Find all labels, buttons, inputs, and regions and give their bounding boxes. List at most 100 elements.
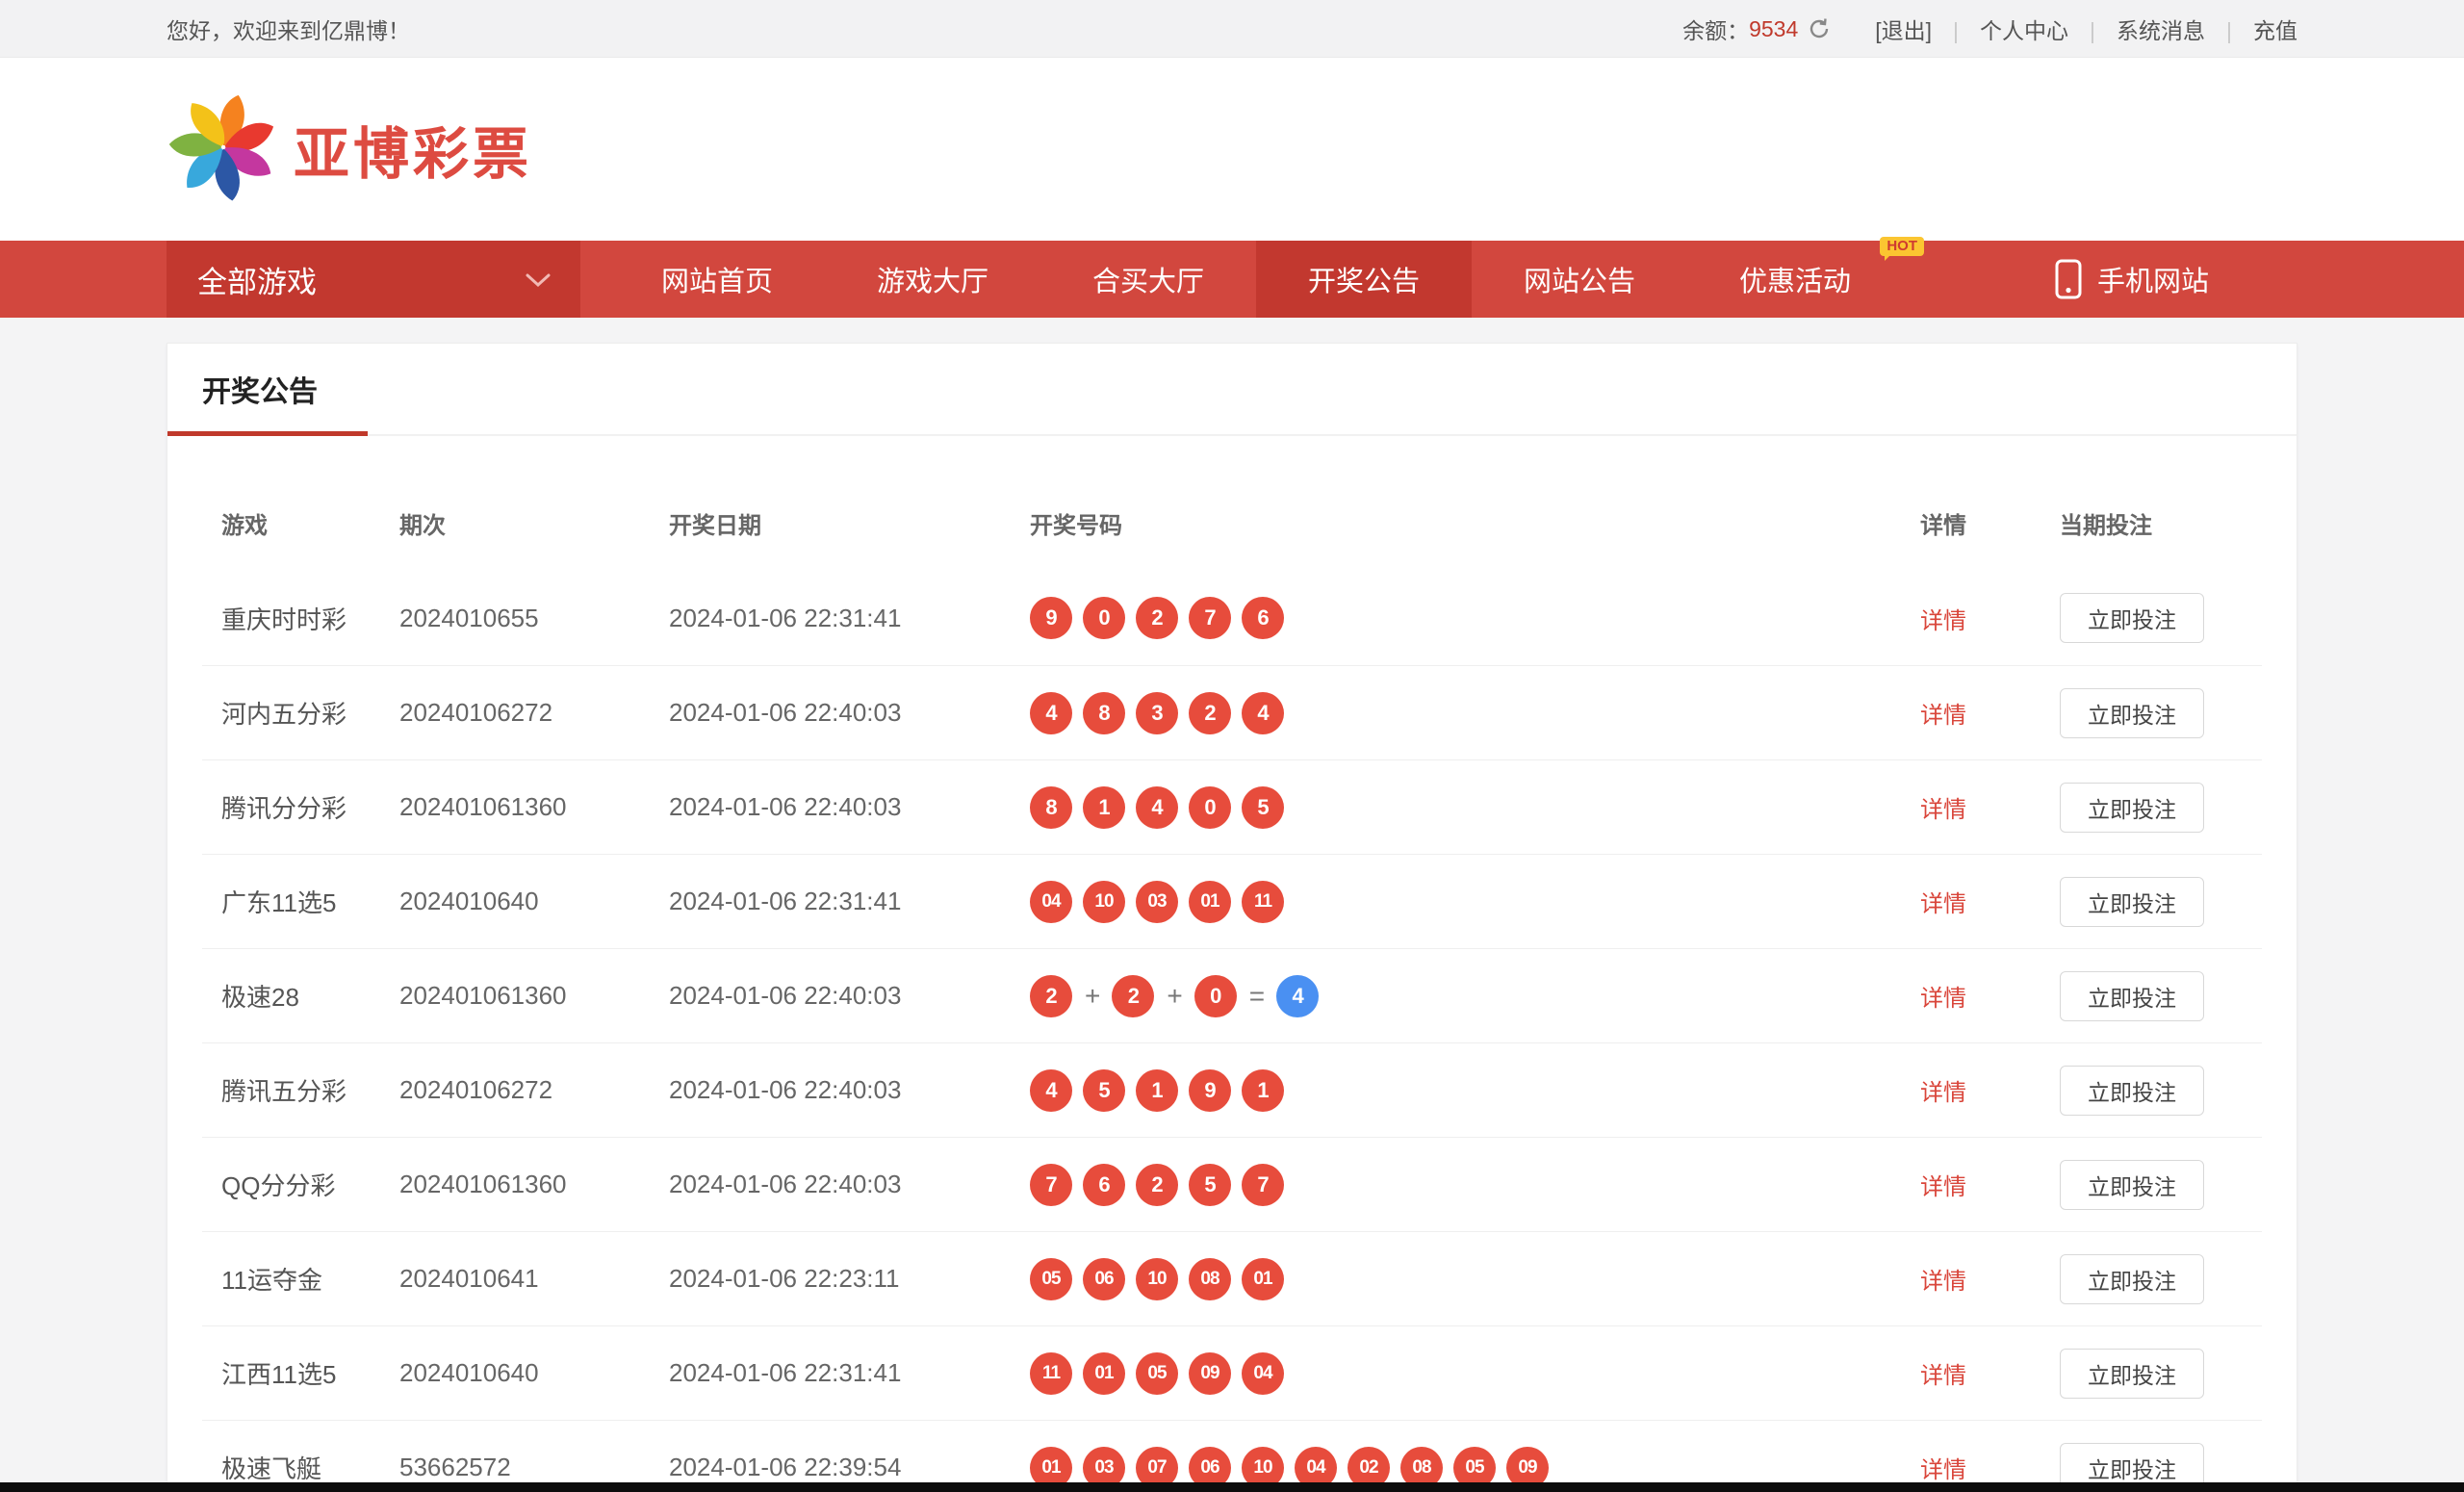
nav-item-1[interactable]: 游戏大厅 — [825, 241, 1040, 318]
lottery-ball: 05 — [1136, 1352, 1178, 1395]
lottery-ball: 6 — [1083, 1164, 1125, 1206]
bet-button[interactable]: 立即投注 — [2060, 593, 2204, 643]
detail-link[interactable]: 详情 — [1920, 1174, 1966, 1200]
plus-sign: + — [1085, 981, 1100, 1012]
bet-cell: 立即投注 — [2060, 1254, 2262, 1304]
bet-button[interactable]: 立即投注 — [2060, 1066, 2204, 1116]
lottery-ball: 2 — [1136, 597, 1178, 639]
lottery-ball: 9 — [1030, 597, 1072, 639]
nav-item-4[interactable]: 网站公告 — [1472, 241, 1687, 318]
issue-number: 202401061360 — [399, 1170, 669, 1199]
lottery-ball: 10 — [1083, 881, 1125, 923]
nav-item-3[interactable]: 开奖公告 — [1256, 241, 1472, 318]
table-header-row: 游戏 期次 开奖日期 开奖号码 详情 当期投注 — [202, 436, 2262, 571]
draw-date: 2024-01-06 22:40:03 — [669, 981, 1030, 1011]
detail-cell: 详情 — [1920, 979, 2060, 1013]
lottery-ball: 5 — [1189, 1164, 1231, 1206]
detail-link[interactable]: 详情 — [1920, 1457, 1966, 1483]
detail-cell: 详情 — [1920, 1073, 2060, 1107]
logo-text: 亚博彩票 — [294, 109, 532, 190]
nav-item-label: 手机网站 — [2097, 259, 2209, 299]
issue-number: 2024010640 — [399, 1358, 669, 1388]
detail-cell: 详情 — [1920, 885, 2060, 918]
draw-date: 2024-01-06 22:31:41 — [669, 1358, 1030, 1388]
topbar-link-2[interactable]: 系统消息 — [2117, 18, 2205, 43]
lottery-ball: 04 — [1030, 881, 1072, 923]
detail-cell: 详情 — [1920, 1356, 2060, 1390]
nav-item-5[interactable]: 优惠活动HOT — [1687, 241, 1903, 318]
lottery-ball: 01 — [1242, 1258, 1284, 1300]
detail-link[interactable]: 详情 — [1920, 1363, 1966, 1389]
header-game: 游戏 — [221, 506, 399, 540]
bet-button[interactable]: 立即投注 — [2060, 688, 2204, 738]
header-date: 开奖日期 — [669, 506, 1030, 540]
bet-cell: 立即投注 — [2060, 971, 2262, 1021]
lottery-ball: 9 — [1189, 1069, 1231, 1112]
draw-numbers: 90276 — [1030, 597, 1920, 639]
table-row: 极速282024010613602024-01-06 22:40:032+2+0… — [202, 948, 2262, 1042]
bet-button[interactable]: 立即投注 — [2060, 971, 2204, 1021]
table-row: 广东11选520240106402024-01-06 22:31:4104100… — [202, 854, 2262, 948]
lottery-ball: 01 — [1189, 881, 1231, 923]
header-numbers: 开奖号码 — [1030, 506, 1920, 540]
game-name: 极速28 — [221, 978, 399, 1014]
table-row: 极速飞艇536625722024-01-06 22:39:54010307061… — [202, 1420, 2262, 1492]
nav-item-6[interactable]: 手机网站 — [2055, 241, 2297, 318]
detail-link[interactable]: 详情 — [1920, 1269, 1966, 1295]
draw-numbers: 48324 — [1030, 692, 1920, 734]
balance-value: 9534 — [1749, 16, 1798, 42]
detail-link[interactable]: 详情 — [1920, 797, 1966, 823]
topbar-link-0[interactable]: [退出] — [1875, 18, 1932, 43]
nav-item-label: 游戏大厅 — [877, 259, 988, 299]
bottom-edge-bar — [0, 1482, 2464, 1492]
draw-numbers: 0410030111 — [1030, 881, 1920, 923]
detail-link[interactable]: 详情 — [1920, 891, 1966, 917]
bet-button[interactable]: 立即投注 — [2060, 1349, 2204, 1399]
results-table: 游戏 期次 开奖日期 开奖号码 详情 当期投注 重庆时时彩20240106552… — [167, 436, 2297, 1492]
lottery-ball: 7 — [1189, 597, 1231, 639]
lottery-ball: 7 — [1030, 1164, 1072, 1206]
topbar-link-3[interactable]: 充值 — [2253, 18, 2297, 43]
all-games-dropdown[interactable]: 全部游戏 — [167, 241, 580, 318]
phone-icon — [2055, 259, 2082, 299]
game-name: 腾讯五分彩 — [221, 1072, 399, 1108]
lottery-ball: 10 — [1136, 1258, 1178, 1300]
detail-cell: 详情 — [1920, 696, 2060, 730]
site-logo[interactable]: 亚博彩票 — [167, 90, 532, 209]
bet-button[interactable]: 立即投注 — [2060, 1254, 2204, 1304]
bet-cell: 立即投注 — [2060, 783, 2262, 833]
draw-date: 2024-01-06 22:31:41 — [669, 887, 1030, 916]
lottery-ball: 4 — [1030, 1069, 1072, 1112]
nav-item-0[interactable]: 网站首页 — [609, 241, 825, 318]
topbar-separator: | — [2226, 18, 2232, 43]
draw-numbers: 05 06 10 08 01 — [1030, 1258, 1920, 1300]
lottery-ball: 09 — [1189, 1352, 1231, 1395]
bet-button[interactable]: 立即投注 — [2060, 783, 2204, 833]
lottery-ball: 3 — [1136, 692, 1178, 734]
refresh-balance-icon[interactable] — [1808, 17, 1831, 40]
bet-cell: 立即投注 — [2060, 688, 2262, 738]
issue-number: 53662572 — [399, 1453, 669, 1482]
card-header: 开奖公告 — [167, 344, 2297, 436]
nav-item-label: 网站公告 — [1524, 259, 1635, 299]
draw-numbers: 2+2+0=4 — [1030, 975, 1920, 1017]
detail-link[interactable]: 详情 — [1920, 1080, 1966, 1106]
table-body: 重庆时时彩20240106552024-01-06 22:31:4190276详… — [202, 571, 2262, 1492]
plus-sign: + — [1167, 981, 1182, 1012]
topbar: 您好，欢迎来到亿鼎博！ 余额： 9534 [退出]|个人中心|系统消息|充值 — [0, 0, 2464, 58]
bet-button[interactable]: 立即投注 — [2060, 1160, 2204, 1210]
nav-item-2[interactable]: 合买大厅 — [1040, 241, 1256, 318]
lottery-ball: 08 — [1189, 1258, 1231, 1300]
header-detail: 详情 — [1920, 506, 2060, 540]
detail-link[interactable]: 详情 — [1920, 608, 1966, 634]
issue-number: 20240106272 — [399, 1075, 669, 1105]
detail-link[interactable]: 详情 — [1920, 986, 1966, 1012]
lottery-ball: 06 — [1083, 1258, 1125, 1300]
topbar-link-1[interactable]: 个人中心 — [1980, 18, 2068, 43]
lottery-ball: 8 — [1030, 786, 1072, 829]
lottery-ball: 05 — [1030, 1258, 1072, 1300]
lottery-ball: 11 — [1030, 1352, 1072, 1395]
bet-button[interactable]: 立即投注 — [2060, 877, 2204, 927]
detail-cell: 详情 — [1920, 602, 2060, 635]
detail-link[interactable]: 详情 — [1920, 703, 1966, 729]
